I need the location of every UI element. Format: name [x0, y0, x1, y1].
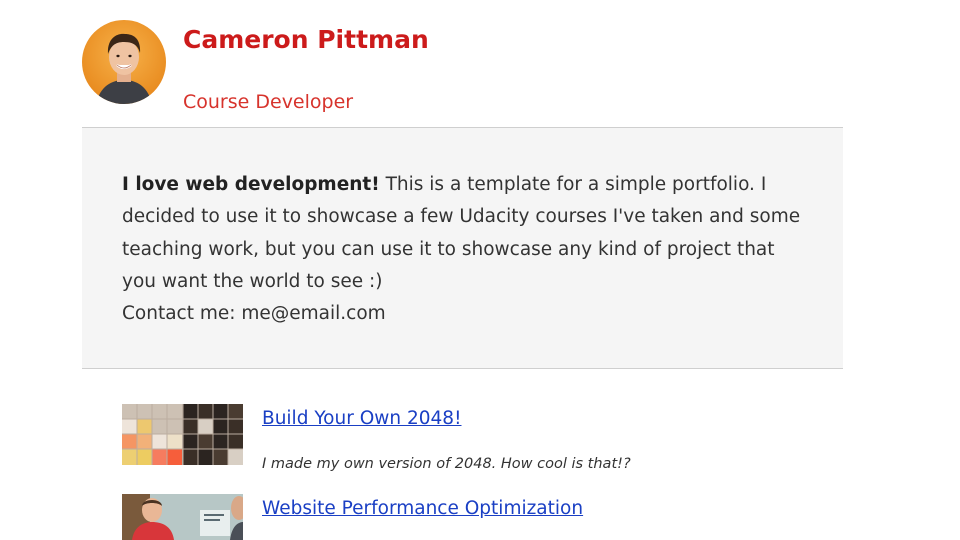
avatar-photo — [82, 20, 166, 104]
project-thumbnail-2048[interactable] — [122, 404, 243, 465]
project-link[interactable]: Build Your Own 2048! — [262, 407, 462, 431]
project-description: I made my own version of 2048. How cool … — [262, 456, 631, 472]
portfolio-page: Cameron Pittman Course Developer I love … — [0, 0, 960, 540]
intro-text: I love web development! This is a templa… — [122, 169, 812, 330]
profile-role: Course Developer — [183, 91, 354, 113]
project-item: Website Performance Optimization — [122, 494, 822, 540]
avatar — [82, 20, 166, 104]
project-thumbnail-website-performance[interactable] — [122, 494, 243, 540]
profile-header: Cameron Pittman Course Developer — [82, 20, 842, 113]
profile-name: Cameron Pittman — [183, 25, 429, 54]
project-item: Build Your Own 2048! I made my own versi… — [122, 404, 822, 474]
intro-section: I love web development! This is a templa… — [82, 127, 843, 369]
video-still-thumbnail — [122, 494, 243, 540]
project-link[interactable]: Website Performance Optimization — [262, 497, 583, 521]
intro-lead: I love web development! — [122, 174, 380, 195]
game-grid-thumbnail — [122, 404, 243, 465]
contact-line: Contact me: me@email.com — [122, 303, 386, 325]
